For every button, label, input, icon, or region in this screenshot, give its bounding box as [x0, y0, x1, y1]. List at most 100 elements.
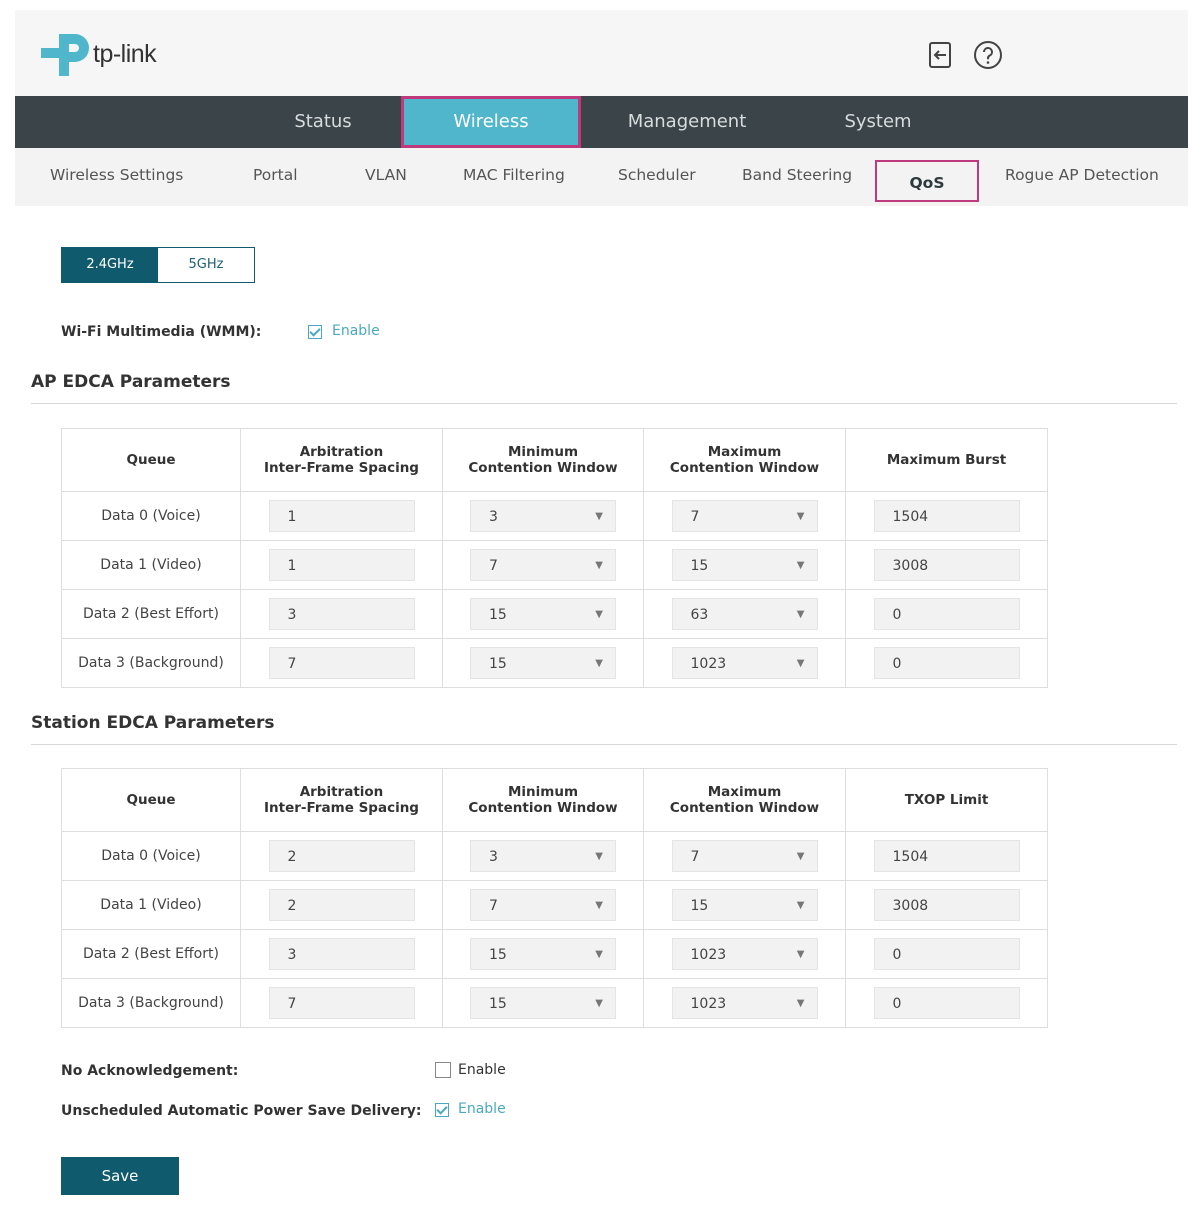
cwmax-select[interactable]: 1023 ▼ — [671, 938, 818, 970]
dropdown-arrow-icon: ▼ — [595, 851, 603, 862]
table-row: Data 1 (Video) 2 7 ▼ 15 ▼ 3008 — [61, 880, 1048, 930]
cwmin-value: 3 — [489, 509, 498, 525]
col-header-queue: Queue — [61, 428, 241, 492]
aifs-input[interactable]: 7 — [268, 987, 415, 1019]
cwmin-select[interactable]: 15 ▼ — [470, 647, 616, 679]
tab-management[interactable]: Management — [613, 96, 761, 148]
cwmax-select[interactable]: 1023 ▼ — [671, 987, 818, 1019]
last-value-input[interactable]: 0 — [873, 938, 1020, 970]
dropdown-arrow-icon: ▼ — [595, 560, 603, 571]
queue-cell: Data 0 (Voice) — [61, 831, 241, 881]
subtab-band-steering[interactable]: Band Steering — [742, 166, 852, 184]
subtab-rogue-ap-detection[interactable]: Rogue AP Detection — [1005, 166, 1159, 184]
uapsd-label: Unscheduled Automatic Power Save Deliver… — [61, 1103, 422, 1119]
wmm-checkbox[interactable] — [308, 325, 322, 339]
dropdown-arrow-icon: ▼ — [796, 658, 805, 669]
cwmin-value: 7 — [489, 898, 498, 914]
cwmin-select[interactable]: 7 ▼ — [470, 549, 616, 581]
cwmax-select[interactable]: 15 ▼ — [671, 549, 818, 581]
last-value-input[interactable]: 3008 — [873, 889, 1020, 921]
subtab-vlan[interactable]: VLAN — [365, 166, 407, 184]
table-row: Data 1 (Video) 1 7 ▼ 15 ▼ 3008 — [61, 540, 1048, 590]
cwmax-select[interactable]: 63 ▼ — [671, 598, 818, 630]
save-button[interactable]: Save — [61, 1157, 179, 1195]
dropdown-arrow-icon: ▼ — [595, 949, 603, 960]
aifs-input[interactable]: 2 — [268, 840, 415, 872]
tab-system[interactable]: System — [823, 96, 933, 148]
cwmin-select[interactable]: 15 ▼ — [470, 987, 616, 1019]
table-header-row: Queue Arbitration Inter-Frame Spacing Mi… — [61, 428, 1048, 492]
cwmax-value: 15 — [690, 898, 709, 914]
divider — [31, 403, 1177, 404]
last-value-input[interactable]: 1504 — [873, 500, 1020, 532]
aifs-input[interactable]: 2 — [268, 889, 415, 921]
uapsd-enable-label: Enable — [458, 1101, 506, 1117]
cwmin-select[interactable]: 15 ▼ — [470, 938, 616, 970]
subtab-qos[interactable]: QoS — [875, 160, 979, 202]
cwmin-select[interactable]: 3 ▼ — [470, 840, 616, 872]
cwmax-value: 15 — [690, 558, 709, 574]
col-header-cwmax: Maximum Contention Window — [643, 768, 846, 832]
ap-edca-title: AP EDCA Parameters — [31, 372, 231, 392]
last-value-input[interactable]: 3008 — [873, 549, 1020, 581]
dropdown-arrow-icon: ▼ — [796, 560, 805, 571]
tab-status[interactable]: Status — [263, 96, 383, 148]
table-row: Data 0 (Voice) 2 3 ▼ 7 ▼ 1504 — [61, 831, 1048, 881]
aifs-input[interactable]: 7 — [268, 647, 415, 679]
queue-cell: Data 3 (Background) — [61, 978, 241, 1028]
aifs-input[interactable]: 3 — [268, 938, 415, 970]
subtab-scheduler[interactable]: Scheduler — [618, 166, 696, 184]
wmm-enable-label: Enable — [332, 323, 380, 339]
col-header-aifs: Arbitration Inter-Frame Spacing — [240, 428, 443, 492]
cwmin-select[interactable]: 3 ▼ — [470, 500, 616, 532]
band-5ghz-button[interactable]: 5GHz — [158, 248, 254, 282]
station-edca-title: Station EDCA Parameters — [31, 713, 275, 733]
table-row: Data 0 (Voice) 1 3 ▼ 7 ▼ 1504 — [61, 491, 1048, 541]
ap-edca-table: Queue Arbitration Inter-Frame Spacing Mi… — [61, 428, 1048, 688]
dropdown-arrow-icon: ▼ — [796, 949, 805, 960]
dropdown-arrow-icon: ▼ — [595, 998, 603, 1009]
cwmin-select[interactable]: 7 ▼ — [470, 889, 616, 921]
subtab-mac-filtering[interactable]: MAC Filtering — [463, 166, 565, 184]
page: tp-link Status Wireless Management Syste… — [15, 10, 1188, 1217]
cwmin-value: 15 — [489, 607, 507, 623]
aifs-input[interactable]: 1 — [268, 549, 415, 581]
tab-wireless[interactable]: Wireless — [401, 96, 581, 148]
cwmax-value: 1023 — [690, 656, 727, 672]
station-edca-table: Queue Arbitration Inter-Frame Spacing Mi… — [61, 768, 1048, 1028]
no-ack-checkbox[interactable] — [435, 1062, 451, 1078]
dropdown-arrow-icon: ▼ — [796, 851, 805, 862]
col-header-max-burst: Maximum Burst — [845, 428, 1048, 492]
last-value-input[interactable]: 0 — [873, 598, 1020, 630]
last-value-input[interactable]: 0 — [873, 987, 1020, 1019]
last-value-input[interactable]: 1504 — [873, 840, 1020, 872]
subtab-portal[interactable]: Portal — [253, 166, 298, 184]
cwmin-select[interactable]: 15 ▼ — [470, 598, 616, 630]
cwmax-value: 1023 — [690, 947, 727, 963]
cwmax-select[interactable]: 1023 ▼ — [671, 647, 818, 679]
cwmax-select[interactable]: 7 ▼ — [671, 500, 818, 532]
uapsd-checkbox[interactable] — [435, 1103, 449, 1117]
last-value-input[interactable]: 0 — [873, 647, 1020, 679]
table-row: Data 2 (Best Effort) 3 15 ▼ 63 ▼ 0 — [61, 589, 1048, 639]
cwmax-value: 7 — [690, 509, 700, 525]
table-header-row: Queue Arbitration Inter-Frame Spacing Mi… — [61, 768, 1048, 832]
help-icon[interactable] — [973, 40, 1003, 70]
cwmax-select[interactable]: 15 ▼ — [671, 889, 818, 921]
aifs-input[interactable]: 1 — [268, 500, 415, 532]
logo-text: tp-link — [93, 40, 157, 68]
band-2-4ghz-button[interactable]: 2.4GHz — [62, 248, 158, 282]
cwmin-value: 15 — [489, 996, 507, 1012]
logout-icon[interactable] — [925, 40, 955, 70]
dropdown-arrow-icon: ▼ — [796, 998, 805, 1009]
col-header-cwmax: Maximum Contention Window — [643, 428, 846, 492]
cwmax-select[interactable]: 7 ▼ — [671, 840, 818, 872]
dropdown-arrow-icon: ▼ — [796, 609, 805, 620]
subtab-wireless-settings[interactable]: Wireless Settings — [50, 166, 183, 184]
dropdown-arrow-icon: ▼ — [796, 900, 805, 911]
sub-nav: Wireless Settings Portal VLAN MAC Filter… — [15, 148, 1188, 206]
aifs-input[interactable]: 3 — [268, 598, 415, 630]
col-header-aifs: Arbitration Inter-Frame Spacing — [240, 768, 443, 832]
wmm-label: Wi-Fi Multimedia (WMM): — [61, 324, 262, 340]
table-row: Data 3 (Background) 7 15 ▼ 1023 ▼ 0 — [61, 638, 1048, 688]
